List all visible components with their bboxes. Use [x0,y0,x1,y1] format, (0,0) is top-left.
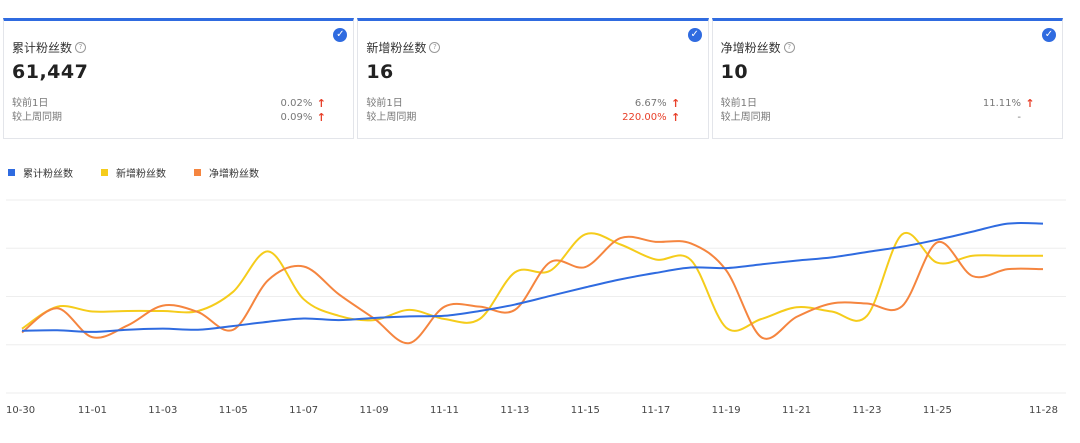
card-label-text: 累计粉丝数 [12,41,73,55]
x-tick-label: 11-07 [289,405,318,416]
legend-item-new[interactable]: 新增粉丝数 [101,165,166,180]
up-arrow-icon: ↑ [1025,97,1035,110]
legend-swatch [8,169,15,176]
x-tick-label: 11-01 [78,405,107,416]
x-tick-label: 11-23 [852,405,881,416]
cmp-label-week: 较上周同期 [12,112,62,123]
card-new-fans[interactable]: ✓ 新增粉丝数 ? 16 较前1日 6.67% ↑ 较上周同期 220.00% ↑ [357,18,709,139]
card-label: 净增粉丝数 ? [721,39,1054,56]
card-label-text: 净增粉丝数 [720,41,781,55]
card-net-fans[interactable]: ✓ 净增粉丝数 ? 10 较前1日 11.11% ↑ 较上周同期 - [711,18,1063,139]
x-tick-label: 11-15 [571,405,600,416]
x-tick-label: 11-11 [430,405,459,416]
cmp-value-day: 6.67% [634,98,667,109]
check-icon[interactable]: ✓ [687,28,702,42]
cmp-label-week: 较上周同期 [720,112,771,123]
card-value: 61,447 [12,61,89,83]
legend-item-total[interactable]: 累计粉丝数 [8,165,73,180]
x-tick-label: 11-03 [148,405,177,416]
series-line-1 [21,231,1044,332]
cmp-label-day: 较前1日 [12,98,49,109]
help-icon[interactable]: ? [429,42,441,53]
cmp-value-day: 0.02% [280,98,313,109]
card-comparisons: 较前1日 11.11% ↑ 较上周同期 - [721,97,1035,125]
cmp-value-week: 0.09% [280,112,313,123]
x-tick-label: 11-13 [500,405,529,416]
up-arrow-icon: ↑ [316,97,326,110]
x-tick-label: 11-17 [641,405,670,416]
x-tick-label: 11-09 [360,405,389,416]
x-tick-label: 11-25 [923,405,952,416]
cmp-value-week: - [1017,112,1021,123]
metric-cards: ✓ 累计粉丝数 ? 61,447 较前1日 0.02% ↑ 较上周同期 0.09%… [3,18,1063,139]
card-label: 累计粉丝数 ? [12,39,345,56]
check-icon[interactable]: ✓ [1041,28,1056,42]
x-tick-label: 11-05 [219,405,248,416]
x-tick-label: 11-19 [712,405,741,416]
legend-label: 新增粉丝数 [116,169,166,180]
cmp-label-day: 较前1日 [720,98,758,109]
x-tick-label: 11-21 [782,405,811,416]
cmp-label-week: 较上周同期 [366,112,417,123]
chart-legend: 累计粉丝数 新增粉丝数 净增粉丝数 [8,165,287,180]
x-tick-label: 10-30 [6,405,35,416]
x-tick-label: 11-28 [1029,405,1058,416]
legend-swatch [101,169,108,176]
help-icon[interactable]: ? [783,42,795,53]
legend-swatch [194,169,201,176]
series-line-0 [21,221,1044,333]
up-arrow-icon: ↑ [671,97,681,110]
card-comparisons: 较前1日 6.67% ↑ 较上周同期 220.00% ↑ [366,97,680,125]
legend-item-net[interactable]: 净增粉丝数 [194,165,259,180]
up-arrow-icon: ↑ [671,111,681,124]
cmp-value-day: 11.11% [982,98,1021,109]
help-icon[interactable]: ? [75,42,87,53]
legend-label: 累计粉丝数 [23,169,73,180]
card-value: 10 [720,61,749,83]
legend-label: 净增粉丝数 [209,169,259,180]
card-total-fans[interactable]: ✓ 累计粉丝数 ? 61,447 较前1日 0.02% ↑ 较上周同期 0.09%… [3,18,355,139]
cmp-value-week: 220.00% [622,112,667,123]
card-label: 新增粉丝数 ? [366,39,699,56]
cmp-label-day: 较前1日 [366,98,403,109]
card-label-text: 新增粉丝数 [366,41,427,55]
card-comparisons: 较前1日 0.02% ↑ 较上周同期 0.09% ↑ [12,97,326,125]
series-line-2 [21,235,1044,345]
up-arrow-icon: ↑ [316,111,326,124]
line-chart: 10-30 11-01 11-03 11-05 11-07 11-09 11-11 11-13… [6,199,1066,416]
card-value: 16 [366,61,394,83]
